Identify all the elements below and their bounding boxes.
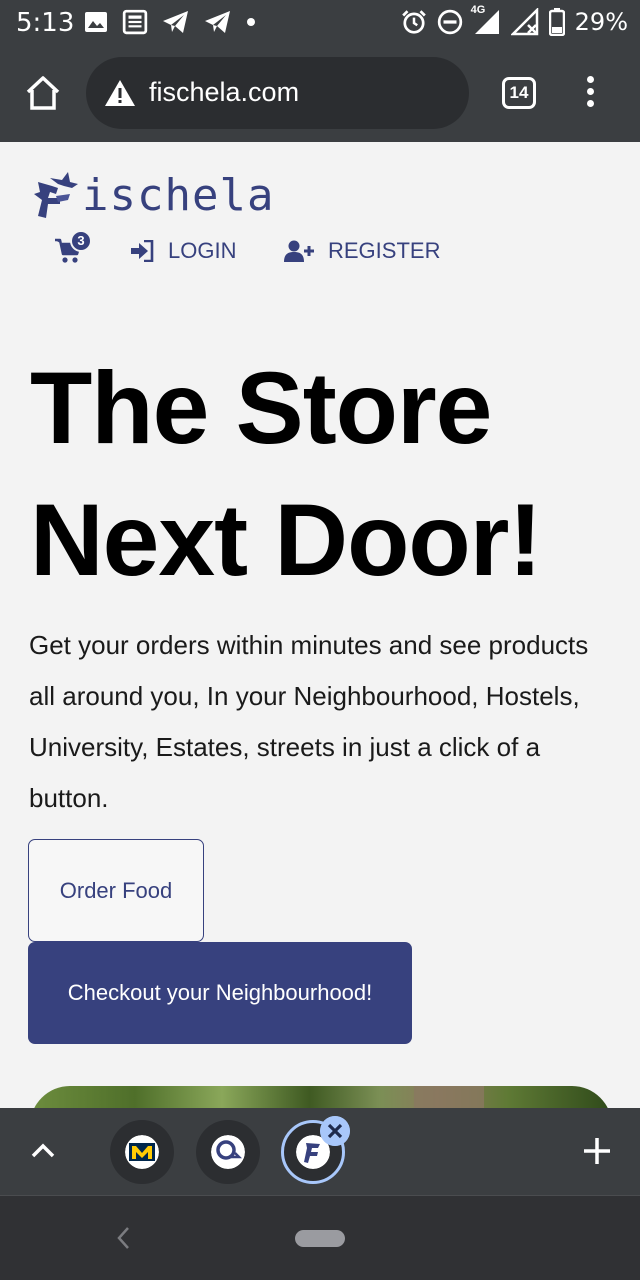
- close-tab-icon[interactable]: [320, 1116, 350, 1146]
- cart-link[interactable]: 3: [54, 230, 92, 264]
- fischela-logo-icon: [34, 172, 78, 218]
- user-plus-icon: [284, 240, 314, 262]
- status-time: 5:13: [16, 8, 75, 38]
- sign-in-icon: [131, 240, 154, 262]
- hero-description: Get your orders within minutes and see p…: [29, 630, 589, 813]
- hero-image: [30, 1086, 612, 1108]
- tab-o2[interactable]: [196, 1120, 260, 1184]
- hero-title-line-1: The Store: [30, 351, 492, 465]
- order-food-button[interactable]: Order Food: [28, 839, 204, 942]
- hero-title: The Store Next Door!: [30, 342, 620, 606]
- browser-toolbar: fischela.com 14: [0, 44, 640, 142]
- new-tab-plus-icon[interactable]: [582, 1136, 612, 1166]
- tab-michigan[interactable]: [110, 1120, 174, 1184]
- login-link[interactable]: LOGIN: [130, 234, 236, 268]
- status-bar: 5:13 4G 29%: [0, 0, 640, 44]
- michigan-m-favicon-icon: [125, 1135, 159, 1169]
- chevron-up-icon[interactable]: [30, 1138, 56, 1164]
- site-logo[interactable]: ischela: [30, 170, 274, 222]
- do-not-disturb-icon: [437, 9, 462, 35]
- register-label: REGISTER: [328, 238, 441, 263]
- system-navigation-bar: [0, 1195, 640, 1280]
- tab-count-button[interactable]: 14: [502, 77, 536, 109]
- signal-icon: [474, 10, 499, 34]
- hero-title-line-2: Next Door!: [30, 483, 542, 597]
- logo-text: ischela: [82, 170, 275, 221]
- dot-icon: [247, 18, 255, 26]
- not-secure-warning-icon[interactable]: [104, 79, 136, 107]
- system-icons: 4G 29%: [401, 4, 628, 36]
- network-type-label: 4G: [471, 4, 501, 36]
- news-icon: [122, 9, 148, 35]
- url-text[interactable]: fischela.com: [149, 77, 299, 108]
- cart-count-badge: 3: [70, 230, 92, 252]
- site-nav: 3 LOGIN REGISTER: [54, 230, 614, 268]
- alarm-icon: [401, 10, 426, 34]
- notification-icons: [84, 9, 256, 35]
- image-icon: [85, 12, 107, 32]
- home-pill[interactable]: [295, 1230, 345, 1247]
- o2-favicon-icon: [211, 1135, 245, 1169]
- home-icon[interactable]: [24, 74, 62, 112]
- login-label: LOGIN: [168, 238, 237, 263]
- battery-icon: [548, 8, 565, 36]
- telegram-icon: [163, 11, 188, 33]
- address-bar[interactable]: fischela.com: [86, 57, 469, 129]
- web-page: ischela 3 LOGIN REGISTER The Store Next …: [0, 142, 640, 1108]
- register-link[interactable]: REGISTER: [284, 234, 440, 268]
- telegram-icon: [205, 11, 230, 33]
- checkout-neighbourhood-button[interactable]: Checkout your Neighbourhood!: [28, 942, 412, 1044]
- battery-percent: 29%: [574, 8, 628, 36]
- tab-strip: [0, 1108, 640, 1195]
- back-chevron-icon[interactable]: [116, 1226, 130, 1250]
- signal-no-sim-icon: [510, 8, 538, 36]
- overflow-menu-icon[interactable]: [580, 76, 600, 112]
